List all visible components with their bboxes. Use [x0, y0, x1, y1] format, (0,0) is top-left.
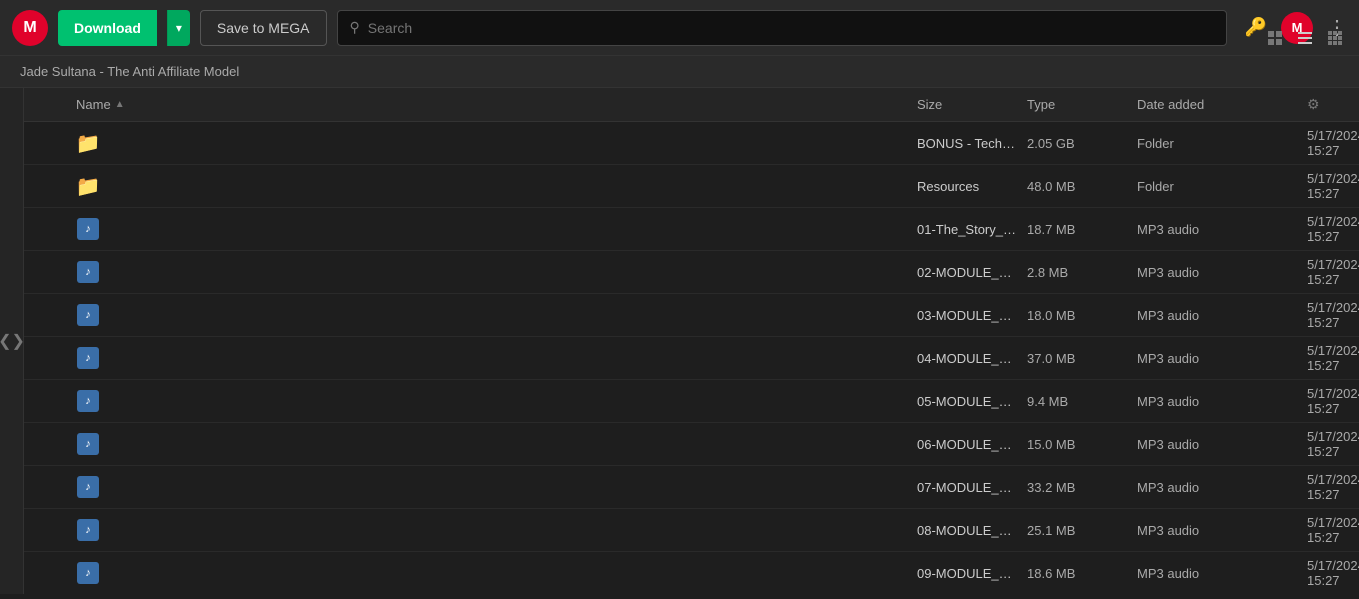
chevron-icon: ❮❯	[0, 331, 25, 351]
file-type: Folder	[1137, 179, 1307, 194]
audio-file-icon: ♪	[76, 346, 100, 370]
audio-file-icon: ♪	[76, 518, 100, 542]
file-date: 5/17/2024, 15:27	[1307, 171, 1347, 201]
file-name: 01-The_Story_Behind_The_Anti_Affiliate_M…	[917, 222, 1027, 237]
audio-file-icon: ♪	[76, 260, 100, 284]
size-column-header: Size	[917, 97, 1027, 112]
breadcrumb: Jade Sultana - The Anti Affiliate Model	[0, 56, 1359, 88]
file-type: MP3 audio	[1137, 480, 1307, 495]
file-type: MP3 audio	[1137, 394, 1307, 409]
list-view-icon[interactable]	[1293, 28, 1317, 53]
file-date: 5/17/2024, 15:27	[1307, 343, 1347, 373]
file-size: 37.0 MB	[1027, 351, 1137, 366]
file-size: 25.1 MB	[1027, 523, 1137, 538]
file-size: 9.4 MB	[1027, 394, 1137, 409]
date-column-header: Date added	[1137, 97, 1307, 112]
file-date: 5/17/2024, 15:27	[1307, 515, 1347, 545]
file-type: MP3 audio	[1137, 222, 1307, 237]
file-name: Resources	[917, 179, 1027, 194]
folder-icon: 📁	[76, 131, 100, 155]
audio-file-icon: ♪	[76, 475, 100, 499]
audio-file-icon: ♪	[76, 432, 100, 456]
grid-view-icon[interactable]	[1323, 28, 1347, 53]
file-type: MP3 audio	[1137, 437, 1307, 452]
file-list-area: Name ▲ Size Type Date added ⚙ 📁 BONUS - …	[24, 88, 1359, 594]
file-type: MP3 audio	[1137, 308, 1307, 323]
search-input[interactable]	[368, 20, 1214, 36]
download-button[interactable]: Download	[58, 10, 157, 46]
file-type: MP3 audio	[1137, 566, 1307, 581]
file-date: 5/17/2024, 15:27	[1307, 558, 1347, 588]
audio-file-icon: ♪	[76, 303, 100, 327]
main-area: ❮❯ Name ▲ Size Type Date added ⚙ 📁 BONUS…	[0, 88, 1359, 594]
file-date: 5/17/2024, 15:27	[1307, 257, 1347, 287]
file-date: 5/17/2024, 15:27	[1307, 472, 1347, 502]
file-name: 07-MODULE_1___LESSON_5_-_You_Don__x27_t_…	[917, 480, 1027, 495]
file-date: 5/17/2024, 15:27	[1307, 300, 1347, 330]
file-date: 5/17/2024, 15:27	[1307, 128, 1347, 158]
table-row[interactable]: ♪ 04-MODULE_1___LESSON_2_-_Relieving_Tim…	[24, 337, 1359, 380]
file-type: Folder	[1137, 136, 1307, 151]
file-name: 08-MODULE_1___LESSON_6_-_How_To_Pivot_Yo…	[917, 523, 1027, 538]
file-rows-container: 📁 BONUS - Tech Stack 2.05 GB Folder 5/17…	[24, 122, 1359, 594]
file-size: 2.05 GB	[1027, 136, 1137, 151]
file-size: 33.2 MB	[1027, 480, 1137, 495]
download-arrow-button[interactable]: ▾	[167, 10, 190, 46]
file-size: 18.7 MB	[1027, 222, 1137, 237]
mega-logo: M	[12, 10, 48, 46]
file-date: 5/17/2024, 15:27	[1307, 214, 1347, 244]
type-column-header: Type	[1027, 97, 1137, 112]
table-header: Name ▲ Size Type Date added ⚙	[24, 88, 1359, 122]
audio-file-icon: ♪	[76, 217, 100, 241]
table-row[interactable]: 📁 Resources 48.0 MB Folder 5/17/2024, 15…	[24, 165, 1359, 208]
file-type: MP3 audio	[1137, 351, 1307, 366]
file-name: BONUS - Tech Stack	[917, 136, 1027, 151]
table-row[interactable]: ♪ 02-MODULE_1___Introduction.mp3 2.8 MB …	[24, 251, 1359, 294]
file-size: 18.6 MB	[1027, 566, 1137, 581]
file-name: 05-MODULE_1___LESSON_3_-_Why_You_Don__x2…	[917, 394, 1027, 409]
file-name: 04-MODULE_1___LESSON_2_-_Relieving_Timel…	[917, 351, 1027, 366]
save-to-mega-button[interactable]: Save to MEGA	[200, 10, 327, 46]
folder-icon: 📁	[76, 174, 100, 198]
sidebar-toggle[interactable]: ❮❯	[0, 88, 24, 594]
table-row[interactable]: ♪ 03-MODULE_1___LESSON_1_-_Cleansing_The…	[24, 294, 1359, 337]
search-container: ⚲	[337, 10, 1227, 46]
file-date: 5/17/2024, 15:27	[1307, 429, 1347, 459]
file-size: 2.8 MB	[1027, 265, 1137, 280]
file-size: 15.0 MB	[1027, 437, 1137, 452]
thumbnail-view-icon[interactable]	[1263, 28, 1287, 53]
file-name: 03-MODULE_1___LESSON_1_-_Cleansing_The__…	[917, 308, 1027, 323]
file-name: 06-MODULE_1___LESSON_4_-_Why_Building_A_…	[917, 437, 1027, 452]
file-name: 09-MODULE_1___MINDSET_1_-_Clearing__x27_…	[917, 566, 1027, 581]
audio-file-icon: ♪	[76, 561, 100, 585]
file-type: MP3 audio	[1137, 265, 1307, 280]
table-row[interactable]: ♪ 05-MODULE_1___LESSON_3_-_Why_You_Don__…	[24, 380, 1359, 423]
sort-icon: ▲	[115, 99, 125, 110]
file-date: 5/17/2024, 15:27	[1307, 386, 1347, 416]
file-size: 18.0 MB	[1027, 308, 1137, 323]
table-row[interactable]: ♪ 01-The_Story_Behind_The_Anti_Affiliate…	[24, 208, 1359, 251]
audio-file-icon: ♪	[76, 389, 100, 413]
search-icon: ⚲	[350, 19, 360, 36]
table-row[interactable]: ♪ 08-MODULE_1___LESSON_6_-_How_To_Pivot_…	[24, 509, 1359, 552]
file-type: MP3 audio	[1137, 523, 1307, 538]
table-row[interactable]: ♪ 07-MODULE_1___LESSON_5_-_You_Don__x27_…	[24, 466, 1359, 509]
file-size: 48.0 MB	[1027, 179, 1137, 194]
table-row[interactable]: ♪ 09-MODULE_1___MINDSET_1_-_Clearing__x2…	[24, 552, 1359, 594]
table-row[interactable]: ♪ 06-MODULE_1___LESSON_4_-_Why_Building_…	[24, 423, 1359, 466]
file-name: 02-MODULE_1___Introduction.mp3	[917, 265, 1027, 280]
gear-icon[interactable]: ⚙	[1307, 96, 1320, 112]
name-column-header: Name	[76, 97, 111, 112]
topbar: M Download ▾ Save to MEGA ⚲ 🔑 M ⋮	[0, 0, 1359, 56]
table-row[interactable]: 📁 BONUS - Tech Stack 2.05 GB Folder 5/17…	[24, 122, 1359, 165]
